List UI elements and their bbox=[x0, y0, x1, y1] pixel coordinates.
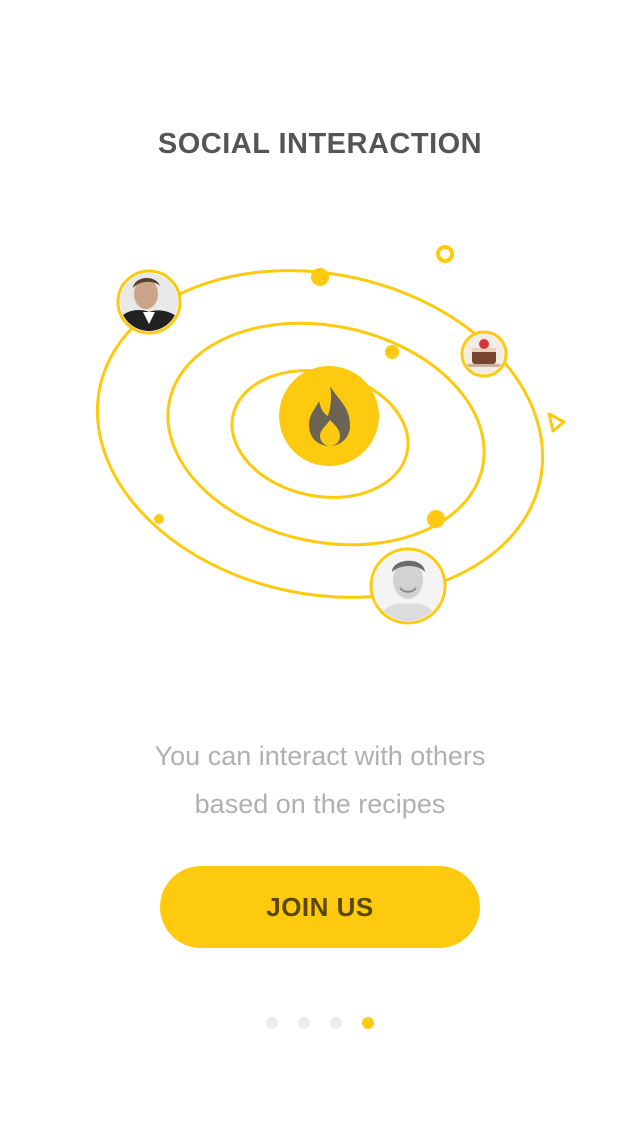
ring-decoration bbox=[436, 245, 454, 263]
join-us-button[interactable]: JOIN US bbox=[160, 866, 480, 948]
orbit-dot bbox=[311, 268, 329, 286]
page-dot-3[interactable] bbox=[330, 1017, 342, 1029]
page-dot-4-active[interactable] bbox=[362, 1017, 374, 1029]
orbit-dot bbox=[154, 514, 164, 524]
page-dot-1[interactable] bbox=[266, 1017, 278, 1029]
orbit-dot bbox=[427, 510, 445, 528]
page-dot-2[interactable] bbox=[298, 1017, 310, 1029]
description-text: You can interact with others based on th… bbox=[0, 732, 640, 828]
man-in-suit-avatar[interactable] bbox=[116, 269, 182, 335]
description-line: based on the recipes bbox=[194, 789, 446, 819]
flame-icon bbox=[279, 366, 379, 466]
triangle-decoration bbox=[547, 412, 566, 433]
cake-dessert-avatar[interactable] bbox=[460, 330, 508, 378]
smiling-man-avatar[interactable] bbox=[369, 547, 447, 625]
page-title: SOCIAL INTERACTION bbox=[157, 128, 483, 160]
description-line: You can interact with others bbox=[154, 741, 486, 771]
orbit-dot bbox=[385, 345, 399, 359]
social-orbit-illustration bbox=[95, 245, 566, 625]
page-indicator bbox=[0, 1017, 640, 1029]
